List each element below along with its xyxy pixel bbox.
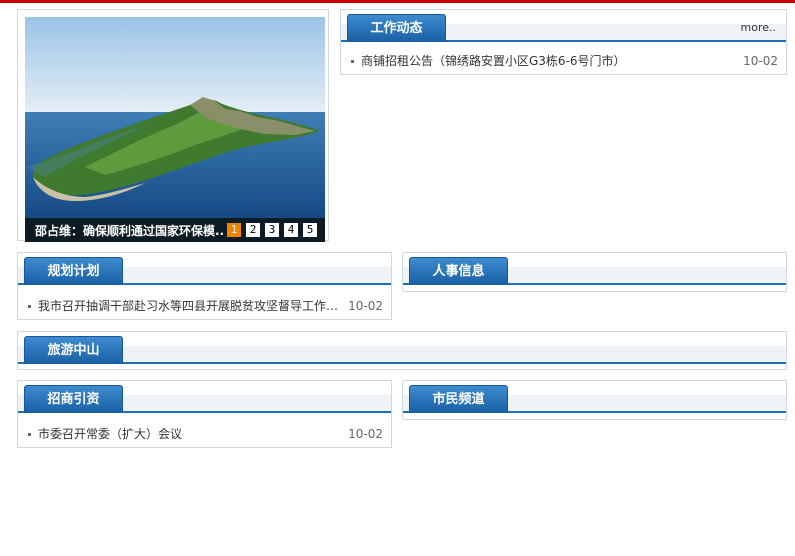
investment-title[interactable]: 市委召开常委（扩大）会议 xyxy=(38,425,182,443)
planning-title[interactable]: 我市召开抽调干部赴习水等四县开展脱贫攻坚督导工作座... xyxy=(38,297,348,315)
slide-page-5[interactable]: 5 xyxy=(303,223,317,237)
investment-date: 10-02 xyxy=(348,427,383,441)
panel-header: 旅游中山 xyxy=(18,332,786,364)
slide-caption[interactable]: 邵占维：确保顺利通过国家环保模... xyxy=(35,222,225,239)
panel-header: 人事信息 xyxy=(403,253,786,285)
photo-slideshow: 邵占维：确保顺利通过国家环保模... 1 2 3 4 5 xyxy=(17,9,329,242)
work-news-panel: 工作动态 more.. 商铺招租公告（锦绣路安置小区G3栋6-6号门市） 10-… xyxy=(340,9,787,75)
tab-citizens[interactable]: 市民频道 xyxy=(409,385,508,413)
tab-personnel[interactable]: 人事信息 xyxy=(409,257,508,285)
citizens-panel: 市民频道 xyxy=(402,380,787,420)
tourism-panel: 旅游中山 xyxy=(17,331,787,370)
slide-image[interactable]: 邵占维：确保顺利通过国家环保模... 1 2 3 4 5 xyxy=(25,17,325,242)
news-date: 10-02 xyxy=(743,54,778,68)
panel-header: 规划计划 xyxy=(18,253,391,285)
news-title[interactable]: 商铺招租公告（锦绣路安置小区G3栋6-6号门市） xyxy=(361,52,626,70)
slide-pager: 1 2 3 4 5 xyxy=(227,223,317,237)
bullet-icon xyxy=(351,60,354,63)
top-red-bar xyxy=(0,0,795,3)
more-link[interactable]: more.. xyxy=(741,21,777,34)
island-photo xyxy=(25,17,325,242)
list-item: 商铺招租公告（锦绣路安置小区G3栋6-6号门市） 10-02 xyxy=(351,52,778,70)
tab-tourism[interactable]: 旅游中山 xyxy=(24,336,123,364)
bullet-icon xyxy=(28,433,31,436)
slide-caption-bar: 邵占维：确保顺利通过国家环保模... 1 2 3 4 5 xyxy=(25,218,325,242)
panel-header: 招商引资 xyxy=(18,381,391,413)
panel-header: 工作动态 more.. xyxy=(341,10,786,42)
planning-panel: 规划计划 我市召开抽调干部赴习水等四县开展脱贫攻坚督导工作座... 10-02 xyxy=(17,252,392,320)
slide-page-3[interactable]: 3 xyxy=(265,223,279,237)
list-item: 我市召开抽调干部赴习水等四县开展脱贫攻坚督导工作座... 10-02 xyxy=(28,297,383,315)
list-item: 市委召开常委（扩大）会议 10-02 xyxy=(28,425,383,443)
slide-page-4[interactable]: 4 xyxy=(284,223,298,237)
panel-header: 市民频道 xyxy=(403,381,786,413)
tab-investment[interactable]: 招商引资 xyxy=(24,385,123,413)
slide-page-2[interactable]: 2 xyxy=(246,223,260,237)
tab-work-news[interactable]: 工作动态 xyxy=(347,14,446,42)
planning-date: 10-02 xyxy=(348,299,383,313)
investment-panel: 招商引资 市委召开常委（扩大）会议 10-02 xyxy=(17,380,392,448)
personnel-panel: 人事信息 xyxy=(402,252,787,292)
slide-page-1[interactable]: 1 xyxy=(227,223,241,237)
bullet-icon xyxy=(28,305,31,308)
tab-planning[interactable]: 规划计划 xyxy=(24,257,123,285)
